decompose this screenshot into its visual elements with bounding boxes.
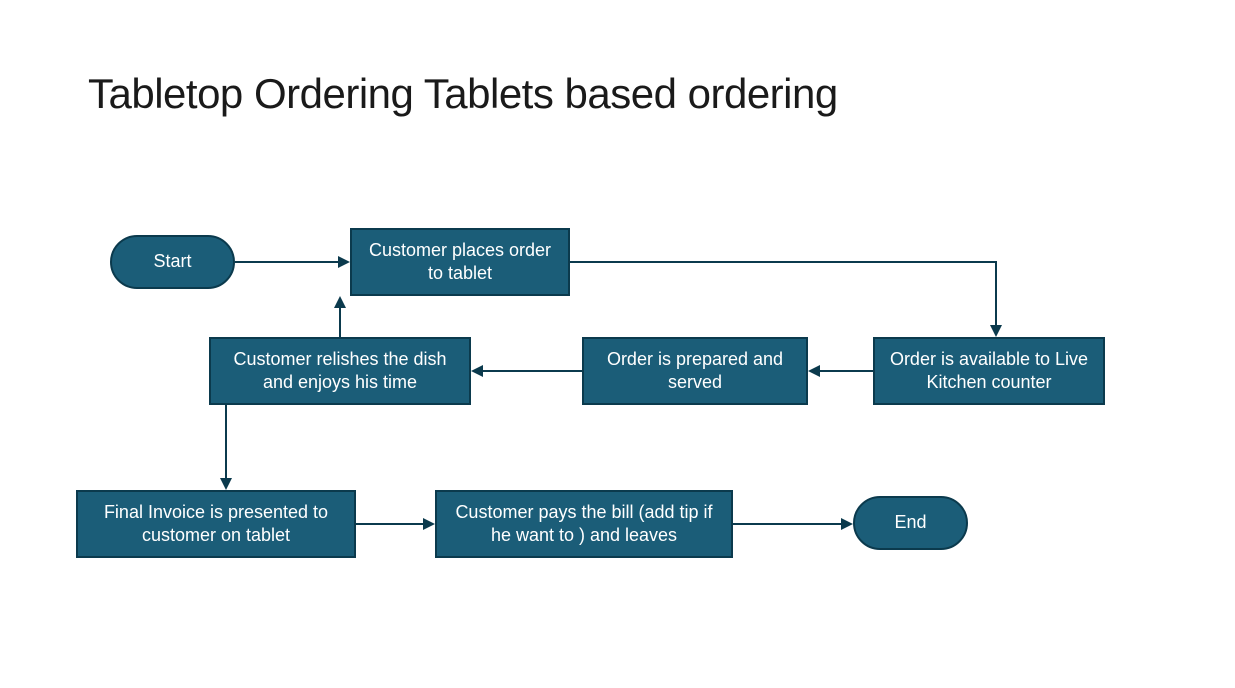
arrow-start-to-place-head [338,256,350,268]
arrow-kitchen-to-prepared [820,370,873,372]
node-end: End [853,496,968,550]
arrow-start-to-place [235,261,338,263]
node-pay-label: Customer pays the bill (add tip if he wa… [449,501,719,548]
arrow-relish-to-invoice-v [225,405,227,478]
arrow-relish-to-invoice-head [220,478,232,490]
diagram-title: Tabletop Ordering Tablets based ordering [88,70,838,118]
arrow-relish-to-place-head [334,296,346,308]
node-relish: Customer relishes the dish and enjoys hi… [209,337,471,405]
arrow-invoice-to-pay-head [423,518,435,530]
node-kitchen: Order is available to Live Kitchen count… [873,337,1105,405]
node-relish-label: Customer relishes the dish and enjoys hi… [223,348,457,395]
arrow-place-to-kitchen-h [570,261,997,263]
flowchart-canvas: Tabletop Ordering Tablets based ordering… [0,0,1235,688]
node-start: Start [110,235,235,289]
node-pay: Customer pays the bill (add tip if he wa… [435,490,733,558]
arrow-prepared-to-relish [483,370,582,372]
node-start-label: Start [153,250,191,273]
arrow-kitchen-to-prepared-head [808,365,820,377]
node-kitchen-label: Order is available to Live Kitchen count… [887,348,1091,395]
node-end-label: End [894,511,926,534]
node-prepared-label: Order is prepared and served [596,348,794,395]
node-place-order-label: Customer places order to tablet [364,239,556,286]
arrow-invoice-to-pay [356,523,423,525]
node-place-order: Customer places order to tablet [350,228,570,296]
arrow-relish-to-place-v [339,308,341,337]
node-invoice: Final Invoice is presented to customer o… [76,490,356,558]
node-invoice-label: Final Invoice is presented to customer o… [90,501,342,548]
arrow-pay-to-end [733,523,841,525]
arrow-prepared-to-relish-head [471,365,483,377]
node-prepared: Order is prepared and served [582,337,808,405]
arrow-place-to-kitchen-head [990,325,1002,337]
arrow-pay-to-end-head [841,518,853,530]
arrow-place-to-kitchen-v [995,261,997,325]
